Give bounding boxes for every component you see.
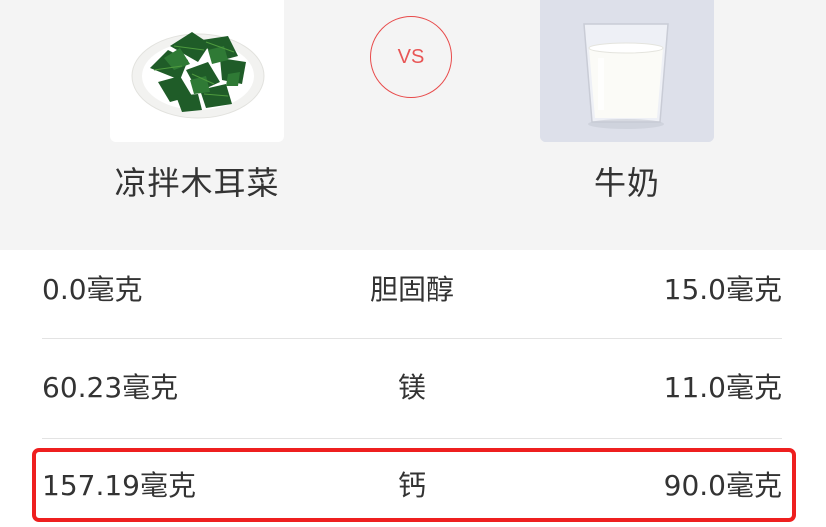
- comparison-header: 凉拌木耳菜 VS 牛奶: [0, 0, 826, 250]
- right-value: 90.0毫克: [663, 469, 782, 502]
- left-value: 0.0毫克: [42, 273, 143, 306]
- nutrient-row-calcium: 157.19毫克 钙 90.0毫克: [42, 456, 782, 516]
- vs-badge: VS: [370, 16, 452, 98]
- glass-of-milk-image: [540, 0, 714, 142]
- row-divider: [42, 438, 782, 439]
- left-value: 60.23毫克: [42, 371, 179, 404]
- left-value: 157.19毫克: [42, 469, 196, 502]
- nutrient-name: 钙: [397, 469, 426, 502]
- row-divider: [42, 338, 782, 339]
- right-value: 15.0毫克: [663, 273, 782, 306]
- nutrient-row-magnesium: 60.23毫克 镁 11.0毫克: [42, 358, 782, 418]
- vs-label: VS: [397, 45, 425, 68]
- right-food-name: 牛奶: [593, 164, 660, 202]
- left-food-image[interactable]: [110, 0, 284, 142]
- nutrient-row-cholesterol: 0.0毫克 胆固醇 15.0毫克: [42, 260, 782, 320]
- right-food-image[interactable]: [540, 0, 714, 142]
- nutrient-name: 镁: [397, 371, 426, 404]
- left-food-name: 凉拌木耳菜: [114, 164, 280, 202]
- greens-on-plate-image: [131, 32, 265, 119]
- nutrient-name: 胆固醇: [369, 273, 454, 306]
- right-value: 11.0毫克: [663, 371, 782, 404]
